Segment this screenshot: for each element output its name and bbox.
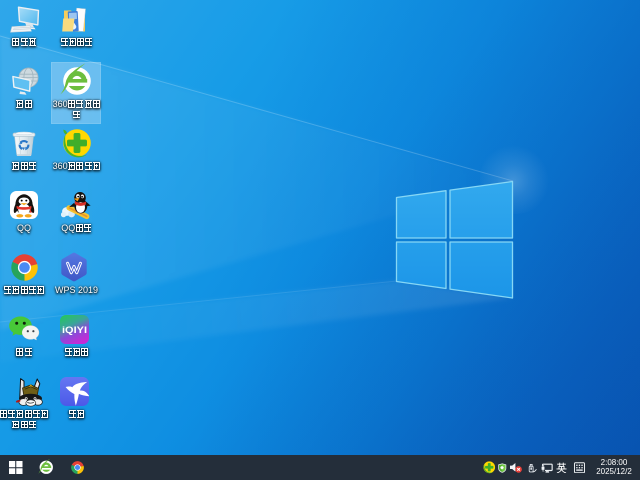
svg-text:iQIYI: iQIYI [62, 325, 87, 336]
